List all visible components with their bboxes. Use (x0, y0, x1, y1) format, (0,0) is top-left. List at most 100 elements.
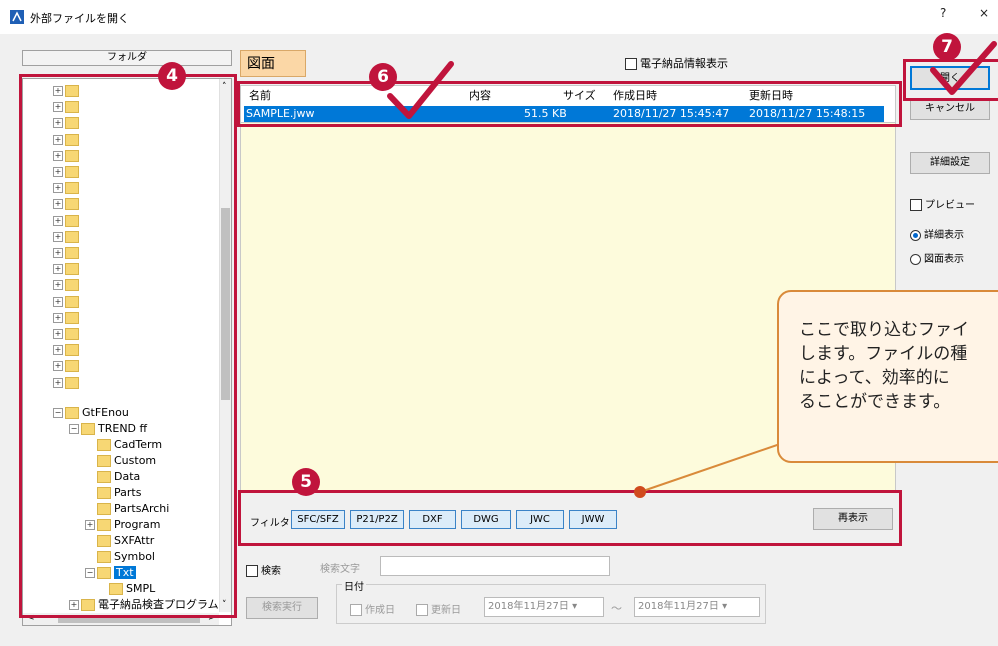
created-date-checkbox[interactable]: 作成日 (350, 601, 395, 616)
updated-date-checkbox[interactable]: 更新日 (416, 601, 461, 616)
cancel-button[interactable]: キャンセル (910, 98, 990, 120)
folder-icon (65, 85, 79, 97)
tree-folder-row[interactable]: + (53, 196, 82, 212)
date-to-picker[interactable]: 2018年11月27日 ▾ (634, 597, 760, 617)
expand-icon[interactable]: + (53, 296, 63, 307)
tree-folder-row[interactable]: + (53, 99, 82, 115)
expand-icon[interactable]: + (53, 102, 63, 113)
tree-folder-row[interactable]: + (53, 148, 82, 164)
tree-hscroll-thumb[interactable] (58, 616, 200, 623)
tree-folder-row[interactable]: + (53, 83, 82, 99)
filter-jwc-button[interactable]: JWC (516, 510, 564, 529)
tree-folder-row[interactable]: + (53, 342, 82, 358)
date-from-picker[interactable]: 2018年11月27日 ▾ (484, 597, 604, 617)
column-name[interactable]: 名前 (249, 88, 271, 104)
tree-folder-row[interactable]: PartsArchi (97, 501, 169, 517)
run-search-button[interactable]: 検索実行 (246, 597, 318, 619)
expand-icon[interactable]: + (53, 377, 63, 388)
tree-folder-row[interactable]: + (53, 277, 82, 293)
tree-folder-row[interactable]: + (53, 310, 82, 326)
tree-folder-row[interactable]: − TREND ff (69, 421, 147, 437)
expand-icon[interactable]: + (69, 600, 79, 610)
tree-folder-row[interactable]: + (53, 213, 82, 229)
view-detail-radio[interactable]: 詳細表示 (910, 226, 964, 241)
tree-folder-row[interactable]: Parts (97, 485, 141, 501)
tree-folder-row[interactable]: + (53, 245, 82, 261)
close-button[interactable]: × (979, 6, 989, 20)
expand-icon[interactable]: + (53, 215, 63, 226)
expand-icon[interactable]: + (53, 134, 63, 145)
preview-checkbox[interactable]: プレビュー (910, 196, 975, 211)
search-text-input[interactable] (380, 556, 610, 576)
tree-folder-row[interactable]: + (53, 375, 82, 391)
expand-icon[interactable]: − (85, 568, 95, 578)
expand-icon[interactable]: + (53, 150, 63, 161)
column-content[interactable]: 内容 (469, 88, 491, 104)
expand-icon[interactable]: + (53, 86, 63, 96)
tree-folder-row[interactable]: SXFAttr (97, 533, 154, 549)
tree-folder-row[interactable]: − Txt (85, 565, 136, 581)
tree-folder-row[interactable]: + (53, 164, 82, 180)
filter-dwg-button[interactable]: DWG (461, 510, 511, 529)
scroll-left-icon[interactable]: < (27, 613, 35, 623)
tree-folder-row[interactable]: + (53, 294, 82, 310)
tree-folder-row[interactable]: + (53, 358, 82, 374)
tree-folder-row[interactable]: + (53, 229, 82, 245)
tab-drawing[interactable]: 図面 (240, 50, 306, 77)
tree-folder-row[interactable]: + (53, 132, 82, 148)
electronic-delivery-checkbox[interactable]: 電子納品情報表示 (625, 55, 728, 71)
detail-settings-button[interactable]: 詳細設定 (910, 152, 990, 174)
expand-icon[interactable]: + (53, 264, 63, 275)
view-drawing-radio[interactable]: 図面表示 (910, 250, 964, 265)
refresh-button[interactable]: 再表示 (813, 508, 893, 530)
expand-icon[interactable]: − (69, 424, 79, 434)
expand-icon[interactable]: + (53, 280, 63, 291)
filter-p21-p2z-button[interactable]: P21/P2Z (350, 510, 404, 529)
filter-jww-button[interactable]: JWW (569, 510, 617, 529)
tree-folder-row[interactable]: Data (97, 469, 140, 485)
expand-icon[interactable]: + (53, 118, 63, 129)
callout-line: します。ファイルの種 (799, 344, 968, 364)
file-row[interactable]: SAMPLE.jww 51.5 KB 2018/11/27 15:45:47 2… (244, 106, 884, 122)
tree-folder-row[interactable]: + (53, 261, 82, 277)
filter-sfc-sfz-button[interactable]: SFC/SFZ (291, 510, 345, 529)
expand-icon[interactable]: + (85, 520, 95, 530)
tree-scroll-thumb[interactable] (221, 208, 230, 400)
tree-folder-label: SMPL (126, 582, 156, 595)
tree-folder-row[interactable]: Custom (97, 453, 156, 469)
column-created[interactable]: 作成日時 (613, 88, 657, 104)
expand-icon[interactable]: + (53, 345, 63, 356)
help-button[interactable]: ? (940, 6, 946, 20)
folder-tree[interactable]: + + + + + + + + + + + + + + + + + + + − GtFEnou − TREND ff CadT… (22, 78, 232, 626)
expand-icon[interactable]: − (53, 408, 63, 418)
scroll-down-icon[interactable]: ˅ (222, 600, 227, 610)
tree-folder-row[interactable]: + Program (85, 517, 160, 533)
tree-folder-row[interactable]: + (53, 180, 82, 196)
tree-folder-row[interactable]: − GtFEnou (53, 405, 129, 421)
expand-icon[interactable]: + (53, 183, 63, 194)
expand-icon[interactable]: + (53, 329, 63, 339)
file-list[interactable]: 名前 内容 サイズ 作成日時 更新日時 SAMPLE.jww 51.5 KB 2… (240, 85, 896, 123)
date-group-label: 日付 (342, 578, 366, 593)
tree-folder-row[interactable]: + 電子納品検査プログラム (69, 597, 219, 613)
folder-icon (65, 117, 79, 130)
tree-folder-row[interactable]: SMPL (109, 581, 155, 597)
filter-dxf-button[interactable]: DXF (409, 510, 456, 529)
column-updated[interactable]: 更新日時 (749, 88, 793, 104)
scroll-right-icon[interactable]: > (208, 613, 216, 623)
tree-folder-row[interactable]: Symbol (97, 549, 155, 565)
column-size[interactable]: サイズ (563, 88, 596, 104)
expand-icon[interactable]: + (53, 248, 63, 258)
search-checkbox[interactable]: 検索 (246, 562, 281, 577)
expand-icon[interactable]: + (53, 361, 63, 372)
tree-folder-row[interactable]: CadTerm (97, 437, 162, 453)
tree-folder-row[interactable]: + (53, 326, 82, 342)
callout-line: ることができます。 (799, 392, 951, 412)
tree-folder-row[interactable]: + (53, 115, 82, 131)
expand-icon[interactable]: + (53, 231, 63, 242)
expand-icon[interactable]: + (53, 199, 63, 210)
expand-icon[interactable]: + (53, 312, 63, 323)
folder-icon (65, 376, 79, 389)
scroll-up-icon[interactable]: ˄ (222, 82, 227, 92)
expand-icon[interactable]: + (53, 167, 63, 177)
